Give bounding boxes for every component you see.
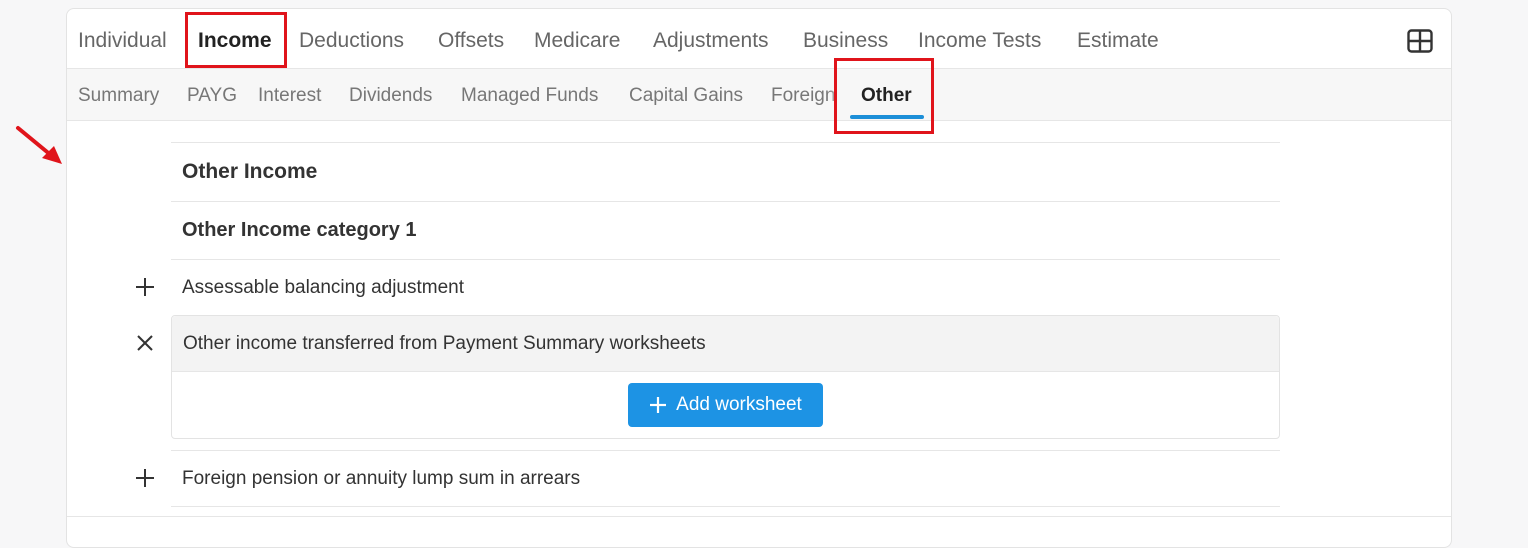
tab-individual[interactable]: Individual bbox=[78, 29, 167, 53]
tab-medicare[interactable]: Medicare bbox=[534, 29, 620, 53]
tab-offsets[interactable]: Offsets bbox=[438, 29, 504, 53]
category-title: Other Income category 1 bbox=[182, 219, 417, 241]
subtab-capital-gains[interactable]: Capital Gains bbox=[629, 85, 743, 107]
subtab-foreign[interactable]: Foreign bbox=[771, 85, 835, 107]
subtab-fade bbox=[827, 69, 847, 120]
tab-estimate[interactable]: Estimate bbox=[1077, 29, 1159, 53]
subtab-dividends[interactable]: Dividends bbox=[349, 85, 432, 107]
grid-layout-icon[interactable] bbox=[1407, 29, 1433, 53]
divider bbox=[171, 259, 1280, 260]
subtab-summary[interactable]: Summary bbox=[78, 85, 159, 107]
card-bottom-divider bbox=[67, 516, 1451, 517]
active-subtab-indicator bbox=[850, 115, 924, 119]
tab-income-tests[interactable]: Income Tests bbox=[918, 29, 1041, 53]
divider bbox=[171, 142, 1280, 143]
tab-business[interactable]: Business bbox=[803, 29, 888, 53]
divider bbox=[171, 450, 1280, 451]
main-tab-bar: Individual Income Deductions Offsets Med… bbox=[67, 9, 1451, 69]
divider bbox=[171, 506, 1280, 507]
plus-icon[interactable] bbox=[135, 468, 155, 488]
close-icon[interactable] bbox=[136, 334, 154, 352]
subtab-other[interactable]: Other bbox=[861, 85, 912, 107]
subtab-managed-funds[interactable]: Managed Funds bbox=[461, 85, 598, 107]
plus-icon bbox=[650, 397, 667, 413]
tab-deductions[interactable]: Deductions bbox=[299, 29, 404, 53]
tab-adjustments[interactable]: Adjustments bbox=[653, 29, 769, 53]
row-foreign-pension-lump-sum[interactable]: Foreign pension or annuity lump sum in a… bbox=[182, 468, 580, 490]
add-worksheet-button[interactable]: Add worksheet bbox=[628, 383, 823, 427]
subtab-payg[interactable]: PAYG bbox=[187, 85, 237, 107]
row-payment-summary-income[interactable]: Other income transferred from Payment Su… bbox=[183, 333, 706, 355]
subtab-interest[interactable]: Interest bbox=[258, 85, 321, 107]
divider bbox=[171, 201, 1280, 202]
annotation-arrow-icon bbox=[16, 126, 62, 164]
income-subtab-bar: Summary PAYG Interest Dividends Managed … bbox=[67, 69, 1451, 121]
row-assessable-balancing-adjustment[interactable]: Assessable balancing adjustment bbox=[182, 277, 464, 299]
plus-icon[interactable] bbox=[135, 277, 155, 297]
section-title: Other Income bbox=[182, 160, 318, 183]
tab-income[interactable]: Income bbox=[198, 29, 272, 53]
add-worksheet-label: Add worksheet bbox=[676, 394, 802, 415]
